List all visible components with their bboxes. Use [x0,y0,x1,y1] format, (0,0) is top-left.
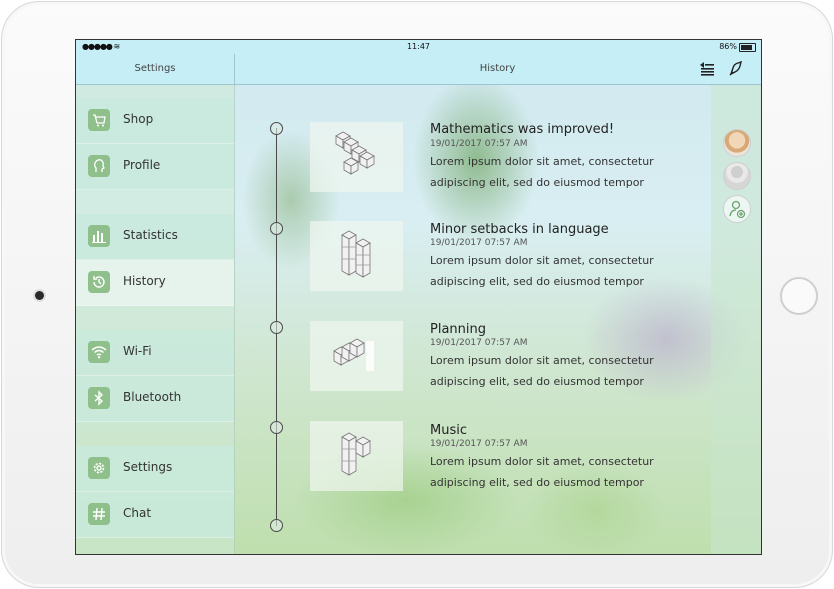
entry-description: adipiscing elit, sed do eiusmod tempor [430,476,644,489]
head-icon [88,155,110,177]
entry-thumbnail[interactable] [310,122,403,192]
sidebar-group-connectivity: Wi-Fi Bluetooth [76,330,234,422]
entry-title: Planning [430,322,486,337]
timeline-node [270,421,283,434]
sidebar-item-chat[interactable]: Chat [76,492,234,538]
status-time: 11:47 [406,42,431,51]
sidebar-item-label: History [123,274,166,288]
sidebar-item-settings[interactable]: Settings [76,446,234,492]
blocks-icon [341,230,371,278]
notification-bell-icon[interactable] [727,60,745,78]
history-icon [88,271,110,293]
settings-title: Settings [134,63,176,74]
entry-date: 19/01/2017 07:57 AM [430,338,528,348]
sidebar-item-label: Statistics [123,228,178,242]
sidebar-item-history[interactable]: History [76,260,234,306]
sidebar-group-account: Shop Profile [76,98,234,190]
entry-date: 19/01/2017 07:57 AM [430,139,528,149]
hashtag-icon [88,503,110,525]
blocks-icon [335,131,375,175]
ipad-frame: ●●●●● ≋ 11:47 86% Settings History Shop … [1,1,833,588]
entry-description: adipiscing elit, sed do eiusmod tempor [430,176,644,189]
sidebar-item-wifi[interactable]: Wi-Fi [76,330,234,376]
battery-percent: 86% [719,42,737,51]
entry-date: 19/01/2017 07:57 AM [430,439,528,449]
sidebar-item-label: Chat [123,506,152,520]
blocks-icon [341,432,371,476]
entry-description: Lorem ipsum dolor sit amet, consectetur [430,155,654,168]
add-profile-icon[interactable] [723,195,751,223]
sidebar-item-label: Wi-Fi [123,344,152,358]
blocks-icon [333,338,374,371]
timeline-node [270,122,283,135]
entry-thumbnail[interactable] [310,421,403,491]
avatar-child[interactable] [723,129,751,157]
list-toggle-icon[interactable] [698,60,716,78]
sidebar-item-label: Shop [123,112,154,126]
home-button[interactable] [780,277,818,315]
timeline-node [270,222,283,235]
sidebar-group-system: Settings Chat [76,446,234,538]
entry-description: Lorem ipsum dolor sit amet, consectetur [430,455,654,468]
navigation-bar: Settings History [76,54,761,85]
sidebar-item-profile[interactable]: Profile [76,144,234,190]
sidebar-item-shop[interactable]: Shop [76,98,234,144]
screen: ●●●●● ≋ 11:47 86% Settings History Shop … [75,39,762,555]
sidebar-item-bluetooth[interactable]: Bluetooth [76,376,234,422]
battery-icon [739,43,756,52]
front-camera [35,291,44,300]
timeline-node [270,321,283,334]
cart-icon [88,109,110,131]
entry-title: Mathematics was improved! [430,122,615,137]
entry-title: Music [430,423,467,438]
sidebar-item-statistics[interactable]: Statistics [76,214,234,260]
bluetooth-icon [88,387,110,409]
bar-chart-icon [88,225,110,247]
profiles-bar [711,85,761,554]
sidebar: Shop Profile Statistics History Wi-Fi Bl… [76,85,235,554]
entry-description: adipiscing elit, sed do eiusmod tempor [430,375,644,388]
sidebar-item-label: Settings [123,460,173,474]
entry-title: Minor setbacks in language [430,222,609,237]
sidebar-item-label: Profile [123,158,161,172]
entry-description: Lorem ipsum dolor sit amet, consectetur [430,254,654,267]
status-bar: ●●●●● ≋ 11:47 86% [76,40,761,54]
sidebar-item-label: Bluetooth [123,390,182,404]
entry-description: Lorem ipsum dolor sit amet, consectetur [430,354,654,367]
wifi-icon [88,341,110,363]
timeline-node [270,519,283,532]
sidebar-group-activity: Statistics History [76,214,234,306]
entry-date: 19/01/2017 07:57 AM [430,238,528,248]
avatar-adult[interactable] [723,162,751,190]
entry-thumbnail[interactable] [310,221,403,291]
gear-icon [88,457,110,479]
entry-thumbnail[interactable] [310,321,403,391]
entry-description: adipiscing elit, sed do eiusmod tempor [430,275,644,288]
page-title: History [479,63,516,74]
